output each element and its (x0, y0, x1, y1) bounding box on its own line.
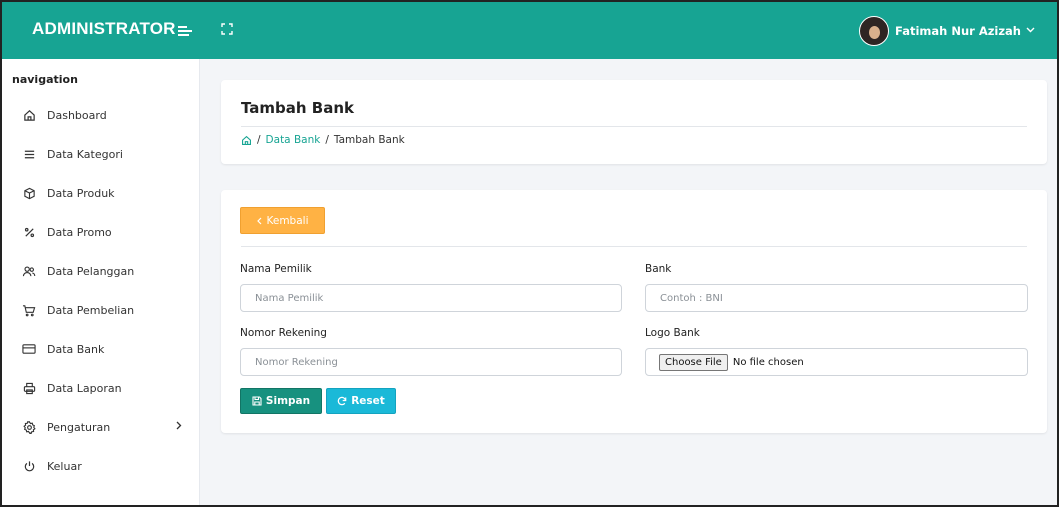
bank-label: Bank (645, 263, 672, 275)
brand-title[interactable]: ADMINISTRATOR (32, 19, 176, 39)
bank-logo-file-input[interactable]: Choose File No file chosen (645, 348, 1028, 376)
sidebar-item-label: Data Bank (47, 342, 105, 356)
top-bar: ADMINISTRATOR Fatimah Nur Azizah (2, 2, 1057, 59)
sidebar-item-dashboard[interactable]: Dashboard (2, 96, 200, 134)
choose-file-button[interactable]: Choose File (659, 353, 728, 371)
list-icon (21, 146, 37, 162)
sidebar-item-label: Pengaturan (47, 420, 111, 434)
sidebar-item-label: Data Kategori (47, 147, 123, 161)
sidebar-item-label: Data Pelanggan (47, 264, 135, 278)
sidebar-item-label: Data Laporan (47, 381, 122, 395)
bank-logo-label: Logo Bank (645, 327, 700, 339)
settings-icon (21, 419, 37, 435)
breadcrumb-separator: / (257, 134, 261, 146)
menu-toggle-icon[interactable] (178, 26, 192, 36)
sidebar-item-label: Keluar (47, 459, 82, 473)
app-window: ADMINISTRATOR Fatimah Nur Azizah navigat… (0, 0, 1059, 507)
reset-button-label: Reset (351, 395, 385, 407)
form-card: Kembali Nama Pemilik Nama Pemilik Bank C… (221, 190, 1047, 433)
home-icon[interactable] (241, 135, 252, 146)
divider (241, 126, 1027, 127)
sidebar-item-label: Data Pembelian (47, 303, 135, 317)
nav-title: navigation (12, 73, 78, 86)
credit-card-icon (21, 341, 37, 357)
save-button[interactable]: Simpan (240, 388, 322, 414)
chevron-down-icon (1026, 26, 1035, 36)
page-header-card: Tambah Bank / Data Bank / Tambah Bank (221, 80, 1047, 164)
users-icon (21, 263, 37, 279)
sidebar-item-data-pembelian[interactable]: Data Pembelian (2, 291, 200, 329)
fullscreen-icon[interactable] (219, 21, 235, 37)
user-menu[interactable]: Fatimah Nur Azizah (859, 16, 1035, 46)
chevron-right-icon (176, 421, 182, 433)
page-title: Tambah Bank (241, 99, 355, 117)
sidebar-item-data-promo[interactable]: Data Promo (2, 213, 200, 251)
account-number-input[interactable]: Nomor Rekening (240, 348, 622, 376)
back-button-label: Kembali (266, 214, 309, 227)
cart-icon (21, 302, 37, 318)
sidebar-item-data-pelanggan[interactable]: Data Pelanggan (2, 252, 200, 290)
file-status: No file chosen (732, 356, 804, 368)
account-number-label: Nomor Rekening (240, 327, 327, 339)
sidebar-item-data-bank[interactable]: Data Bank (2, 330, 200, 368)
account-number-placeholder: Nomor Rekening (255, 356, 338, 368)
breadcrumb-separator: / (325, 134, 329, 146)
breadcrumb-link-data-bank[interactable]: Data Bank (266, 134, 321, 146)
sidebar-item-data-laporan[interactable]: Data Laporan (2, 369, 200, 407)
breadcrumb-current: Tambah Bank (333, 134, 405, 146)
user-name: Fatimah Nur Azizah (895, 24, 1021, 38)
box-icon (21, 185, 37, 201)
power-icon (21, 458, 37, 474)
breadcrumb: / Data Bank / Tambah Bank (241, 134, 405, 146)
sidebar-item-label: Data Promo (47, 225, 112, 239)
owner-name-label: Nama Pemilik (240, 263, 312, 275)
sidebar-item-pengaturan[interactable]: Pengaturan (2, 408, 200, 446)
refresh-icon (337, 396, 347, 406)
sidebar-item-keluar[interactable]: Keluar (2, 447, 200, 485)
back-button[interactable]: Kembali (240, 207, 325, 234)
bank-placeholder: Contoh : BNI (660, 292, 723, 304)
save-button-label: Simpan (265, 395, 311, 407)
save-icon (252, 396, 262, 406)
avatar (859, 16, 890, 46)
sidebar: navigation Dashboard Data Kategori Data … (2, 59, 200, 505)
owner-name-placeholder: Nama Pemilik (255, 292, 324, 304)
sidebar-item-label: Data Produk (47, 186, 115, 200)
printer-icon (21, 380, 37, 396)
sidebar-item-label: Dashboard (47, 108, 107, 122)
bank-input[interactable]: Contoh : BNI (645, 284, 1028, 312)
sidebar-item-data-kategori[interactable]: Data Kategori (2, 135, 200, 173)
owner-name-input[interactable]: Nama Pemilik (240, 284, 622, 312)
chevron-left-icon (256, 217, 262, 225)
percent-icon (21, 224, 37, 240)
sidebar-item-data-produk[interactable]: Data Produk (2, 174, 200, 212)
home-icon (21, 107, 37, 123)
divider (241, 246, 1027, 247)
reset-button[interactable]: Reset (326, 388, 396, 414)
